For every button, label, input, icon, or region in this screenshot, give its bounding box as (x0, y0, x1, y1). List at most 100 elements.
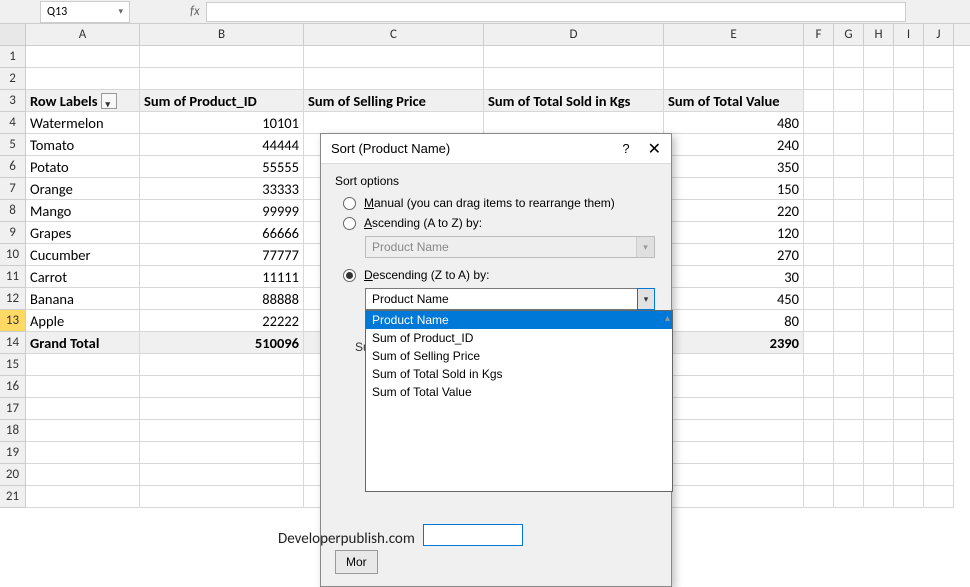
cell[interactable] (894, 398, 924, 420)
cell[interactable] (804, 68, 834, 90)
cell[interactable]: 450 (664, 288, 804, 310)
cell[interactable] (924, 244, 954, 266)
cell[interactable] (26, 398, 140, 420)
pivot-row-labels-header[interactable]: Row Labels (26, 90, 140, 112)
cell[interactable] (26, 420, 140, 442)
cell[interactable] (924, 68, 954, 90)
row-header[interactable]: 12 (0, 288, 26, 310)
cell[interactable] (664, 464, 804, 486)
cell[interactable] (140, 464, 304, 486)
cell[interactable]: 80 (664, 310, 804, 332)
cell[interactable] (834, 134, 864, 156)
cell[interactable] (924, 200, 954, 222)
filter-dropdown-icon[interactable] (101, 93, 117, 109)
cell[interactable]: Apple (26, 310, 140, 332)
cell[interactable] (924, 420, 954, 442)
cell[interactable] (894, 310, 924, 332)
cell[interactable] (484, 46, 664, 68)
cell[interactable] (804, 288, 834, 310)
cell[interactable] (924, 46, 954, 68)
row-header[interactable]: 17 (0, 398, 26, 420)
cell[interactable]: Potato (26, 156, 140, 178)
cell[interactable] (26, 464, 140, 486)
cell[interactable] (140, 398, 304, 420)
cell[interactable] (26, 354, 140, 376)
cell[interactable] (834, 244, 864, 266)
cell[interactable] (140, 442, 304, 464)
cell[interactable] (864, 398, 894, 420)
cell[interactable] (924, 376, 954, 398)
radio-manual[interactable]: Manual (you can drag items to rearrange … (343, 196, 657, 210)
row-header[interactable]: 10 (0, 244, 26, 266)
cell[interactable] (864, 464, 894, 486)
cell[interactable] (804, 156, 834, 178)
cell[interactable] (140, 354, 304, 376)
cell[interactable] (804, 266, 834, 288)
cell[interactable]: Tomato (26, 134, 140, 156)
cell[interactable] (664, 398, 804, 420)
cell[interactable] (664, 376, 804, 398)
cell[interactable] (924, 178, 954, 200)
row-header[interactable]: 1 (0, 46, 26, 68)
cell[interactable]: 99999 (140, 200, 304, 222)
cell[interactable] (804, 376, 834, 398)
descending-field-select[interactable]: Product Name ▾ Product Name Sum of Produ… (365, 288, 655, 310)
cell[interactable] (484, 112, 664, 134)
row-header[interactable]: 13 (0, 310, 26, 332)
pivot-col-header[interactable]: Sum of Total Sold in Kgs (484, 90, 664, 112)
col-header-f[interactable]: F (804, 24, 834, 45)
row-header[interactable]: 11 (0, 266, 26, 288)
more-options-button[interactable]: Mor (335, 550, 378, 574)
row-header[interactable]: 21 (0, 486, 26, 508)
cell[interactable] (924, 354, 954, 376)
cell[interactable] (864, 442, 894, 464)
close-icon[interactable]: ✕ (648, 139, 661, 159)
cell[interactable] (894, 244, 924, 266)
cell[interactable]: Banana (26, 288, 140, 310)
cell[interactable] (894, 464, 924, 486)
cell[interactable] (894, 442, 924, 464)
cell[interactable] (864, 222, 894, 244)
cell[interactable] (834, 398, 864, 420)
dropdown-option[interactable]: Sum of Total Value (366, 383, 672, 401)
cell[interactable] (834, 178, 864, 200)
pivot-col-header[interactable]: Sum of Product_ID (140, 90, 304, 112)
cell[interactable] (864, 200, 894, 222)
name-box[interactable]: Q13 ▾ (40, 1, 130, 23)
cell[interactable] (26, 68, 140, 90)
cell[interactable]: 10101 (140, 112, 304, 134)
row-header[interactable]: 16 (0, 376, 26, 398)
cell[interactable] (804, 398, 834, 420)
cell[interactable] (484, 68, 664, 90)
cell[interactable] (894, 112, 924, 134)
row-header[interactable]: 15 (0, 354, 26, 376)
cell[interactable] (804, 354, 834, 376)
cell[interactable] (834, 420, 864, 442)
cell[interactable] (664, 354, 804, 376)
cell[interactable] (664, 420, 804, 442)
cell[interactable] (834, 222, 864, 244)
cell[interactable] (804, 310, 834, 332)
cell[interactable]: Carrot (26, 266, 140, 288)
cell[interactable]: 55555 (140, 156, 304, 178)
cell[interactable] (864, 244, 894, 266)
cell[interactable]: 33333 (140, 178, 304, 200)
row-header[interactable]: 14 (0, 332, 26, 354)
cell[interactable]: 350 (664, 156, 804, 178)
cell[interactable] (894, 288, 924, 310)
cell[interactable] (894, 90, 924, 112)
cell[interactable] (140, 486, 304, 508)
cell[interactable] (894, 200, 924, 222)
cell[interactable] (864, 332, 894, 354)
cell[interactable] (834, 90, 864, 112)
cell[interactable] (140, 46, 304, 68)
cell[interactable] (924, 266, 954, 288)
grand-total-val[interactable]: 2390 (664, 332, 804, 354)
cell[interactable] (864, 310, 894, 332)
cell[interactable] (864, 376, 894, 398)
row-header[interactable]: 3 (0, 90, 26, 112)
col-header-i[interactable]: I (894, 24, 924, 45)
cell[interactable] (924, 398, 954, 420)
dialog-titlebar[interactable]: Sort (Product Name) ? ✕ (321, 134, 671, 164)
cell[interactable] (834, 464, 864, 486)
